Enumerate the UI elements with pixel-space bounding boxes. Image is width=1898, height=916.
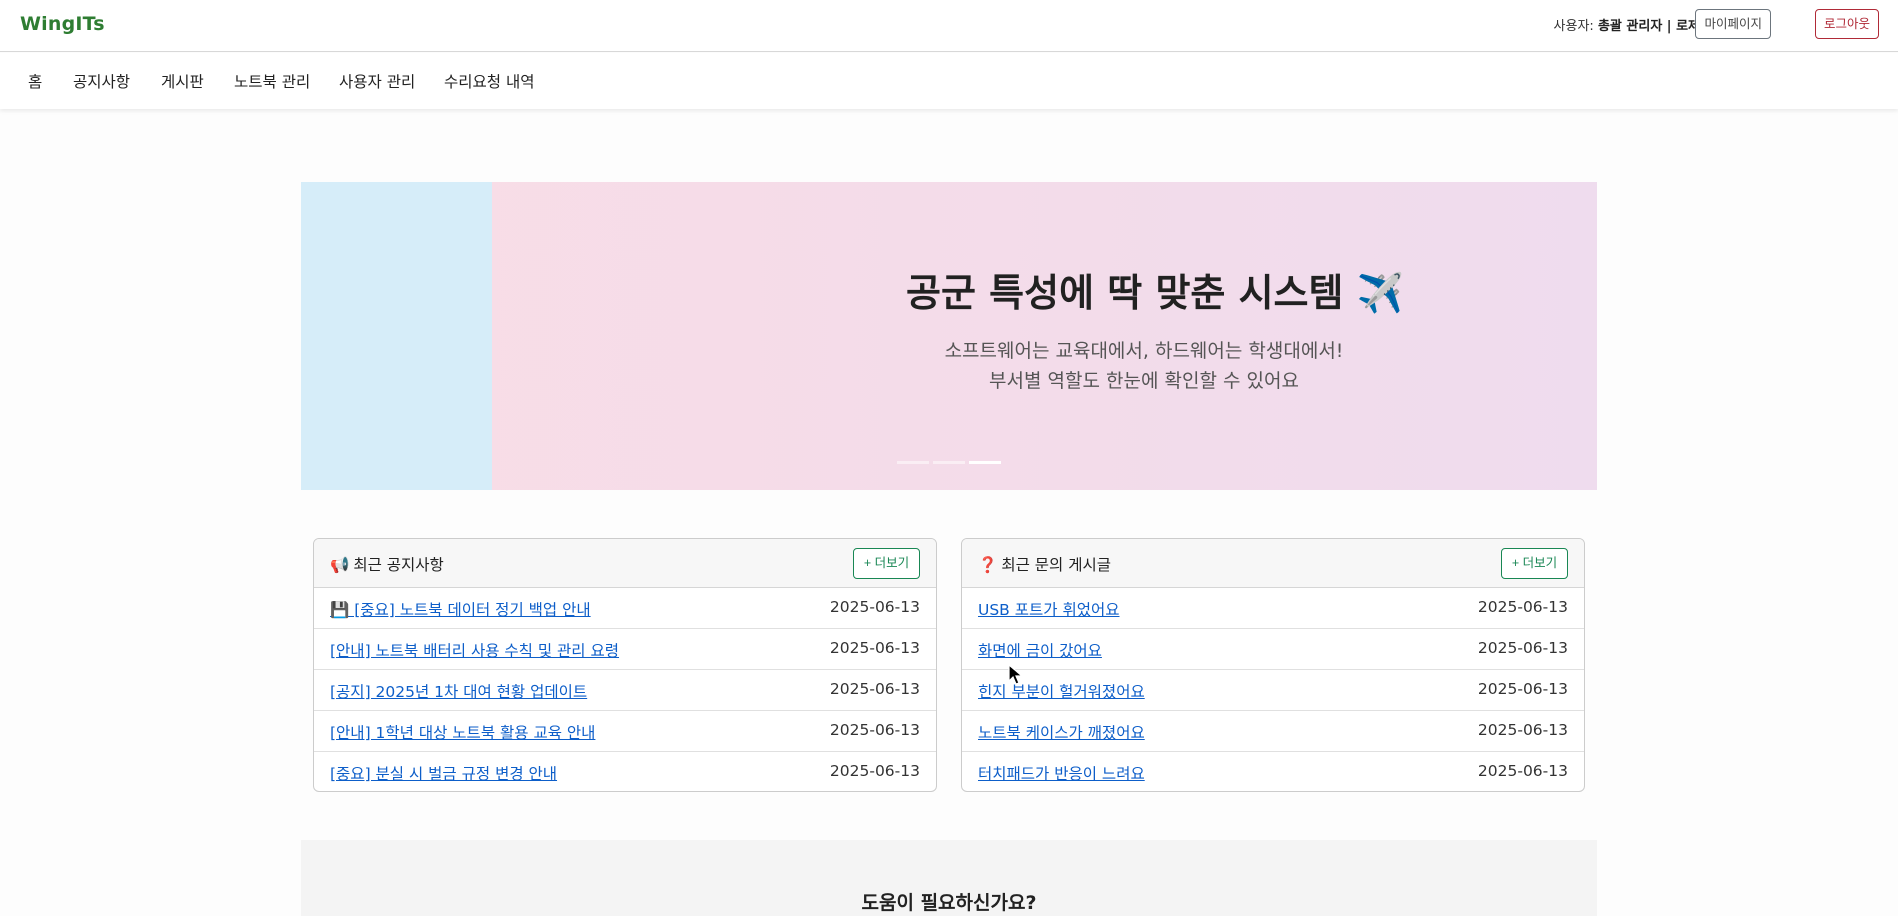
banner-subtitle-line2: 부서별 역할도 한눈에 확인할 수 있어요 <box>989 370 1299 392</box>
inquiries-more-button[interactable]: + 더보기 <box>1501 548 1568 579</box>
carousel-indicator-2[interactable] <box>933 461 965 464</box>
list-item: [안내] 노트북 배터리 사용 수칙 및 관리 요령 2025-06-13 <box>314 629 936 670</box>
notice-date: 2025-06-13 <box>829 639 920 657</box>
inquiry-date: 2025-06-13 <box>1477 639 1568 657</box>
notice-link[interactable]: [안내] 1학년 대상 노트북 활용 교육 안내 <box>330 721 595 743</box>
list-item: [공지] 2025년 1차 대여 현황 업데이트 2025-06-13 <box>314 670 936 711</box>
card-header: 📢 최근 공지사항 + 더보기 <box>314 539 936 588</box>
list-item: [안내] 1학년 대상 노트북 활용 교육 안내 2025-06-13 <box>314 711 936 752</box>
inquiry-link[interactable]: 노트북 케이스가 깨졌어요 <box>978 721 1145 743</box>
notice-date: 2025-06-13 <box>829 721 920 739</box>
inquiry-link[interactable]: 화면에 금이 갔어요 <box>978 639 1102 661</box>
inquiry-date: 2025-06-13 <box>1477 598 1568 616</box>
nav-item-board[interactable]: 게시판 <box>161 70 204 92</box>
inquiry-date: 2025-06-13 <box>1477 762 1568 780</box>
inquiry-link[interactable]: USB 포트가 휘었어요 <box>978 598 1120 620</box>
recent-notices-card: 📢 최근 공지사항 + 더보기 💾 [중요] 노트북 데이터 정기 백업 안내 2… <box>313 538 937 792</box>
inquiry-link[interactable]: 터치패드가 반응이 느려요 <box>978 762 1145 784</box>
list-item: 노트북 케이스가 깨졌어요 2025-06-13 <box>962 711 1584 752</box>
list-item: 힌지 부분이 헐거워졌어요 2025-06-13 <box>962 670 1584 711</box>
logout-button[interactable]: 로그아웃 <box>1814 9 1879 39</box>
carousel-indicator-1[interactable] <box>897 461 929 464</box>
inquiries-title: 최근 문의 게시글 <box>1001 556 1111 574</box>
mouse-cursor-icon <box>1008 664 1024 685</box>
nav-item-laptop-management[interactable]: 노트북 관리 <box>234 70 310 92</box>
nav-item-repair-requests[interactable]: 수리요청 내역 <box>444 70 535 92</box>
nav-item-notices[interactable]: 공지사항 <box>73 70 130 92</box>
notice-link[interactable]: [중요] 분실 시 벌금 규정 변경 안내 <box>330 762 557 784</box>
list-item: 터치패드가 반응이 느려요 2025-06-13 <box>962 752 1584 791</box>
user-prefix: 사용자: <box>1553 19 1598 34</box>
main-nav: 홈 공지사항 게시판 노트북 관리 사용자 관리 수리요청 내역 <box>0 53 1898 109</box>
list-item: USB 포트가 휘었어요 2025-06-13 <box>962 588 1584 629</box>
banner-subtitle-line1: 소프트웨어는 교육대에서, 하드웨어는 학생대에서! <box>944 340 1344 362</box>
user-role: 총괄 관리자 | 로제 <box>1597 19 1700 34</box>
hero-carousel[interactable]: 공군 특성에 딱 맞춘 시스템 ✈️ 소프트웨어는 교육대에서, 하드웨어는 학… <box>301 182 1597 490</box>
banner-title: 공군 특성에 딱 맞춘 시스템 ✈️ <box>906 271 1405 315</box>
inquiry-date: 2025-06-13 <box>1477 721 1568 739</box>
brand-logo[interactable]: WingITs <box>20 13 105 35</box>
nav-item-home[interactable]: 홈 <box>28 70 42 92</box>
card-header: ❓ 최근 문의 게시글 + 더보기 <box>962 539 1584 588</box>
banner-subtitle: 소프트웨어는 교육대에서, 하드웨어는 학생대에서! 부서별 역할도 한눈에 확… <box>837 336 1451 396</box>
notices-more-button[interactable]: + 더보기 <box>853 548 920 579</box>
notice-link[interactable]: [안내] 노트북 배터리 사용 수칙 및 관리 요령 <box>330 639 619 661</box>
notice-date: 2025-06-13 <box>829 598 920 616</box>
help-title: 도움이 필요하신가요? <box>861 892 1037 914</box>
top-bar: WingITs 사용자: 총괄 관리자 | 로제 마이페이지 로그아웃 <box>0 0 1898 52</box>
notices-title: 최근 공지사항 <box>353 556 444 574</box>
list-item: 💾 [중요] 노트북 데이터 정기 백업 안내 2025-06-13 <box>314 588 936 629</box>
notice-date: 2025-06-13 <box>829 680 920 698</box>
list-item: [중요] 분실 시 벌금 규정 변경 안내 2025-06-13 <box>314 752 936 791</box>
mypage-button[interactable]: 마이페이지 <box>1695 9 1771 39</box>
previous-slide-peek <box>301 182 492 490</box>
notice-date: 2025-06-13 <box>829 762 920 780</box>
notice-link[interactable]: [공지] 2025년 1차 대여 현황 업데이트 <box>330 680 587 702</box>
help-section: 도움이 필요하신가요? <box>301 840 1597 916</box>
nav-item-user-management[interactable]: 사용자 관리 <box>339 70 415 92</box>
card-title: 📢 최근 공지사항 <box>330 553 444 575</box>
user-info: 사용자: 총괄 관리자 | 로제 <box>1554 15 1700 34</box>
recent-inquiries-card: ❓ 최근 문의 게시글 + 더보기 USB 포트가 휘었어요 2025-06-13… <box>961 538 1585 792</box>
list-item: 화면에 금이 갔어요 2025-06-13 <box>962 629 1584 670</box>
megaphone-icon: 📢 <box>330 556 350 574</box>
inquiry-date: 2025-06-13 <box>1477 680 1568 698</box>
notice-link[interactable]: 💾 [중요] 노트북 데이터 정기 백업 안내 <box>330 598 591 620</box>
question-icon: ❓ <box>978 556 998 574</box>
card-title: ❓ 최근 문의 게시글 <box>978 553 1111 575</box>
carousel-indicator-3[interactable] <box>969 461 1001 464</box>
inquiry-link[interactable]: 힌지 부분이 헐거워졌어요 <box>978 680 1145 702</box>
